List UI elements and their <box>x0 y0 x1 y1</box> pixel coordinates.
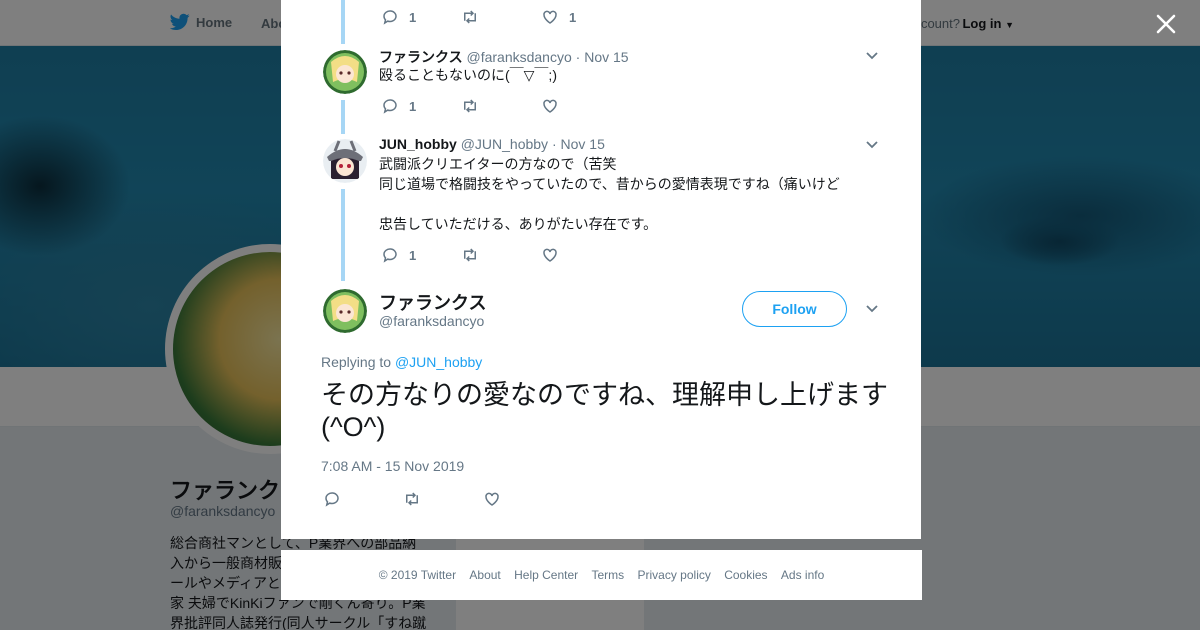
like-icon <box>485 492 499 506</box>
follow-button[interactable]: Follow <box>742 291 847 327</box>
footer-link-about[interactable]: About <box>469 568 500 582</box>
thread-tweet[interactable]: 1 1 <box>281 0 921 36</box>
reply-count: 1 <box>409 9 417 25</box>
retweet-icon <box>464 99 476 113</box>
avatar-image <box>323 50 367 94</box>
close-icon[interactable] <box>1153 11 1179 37</box>
footer-links: © 2019 Twitter About Help Center Terms P… <box>281 568 922 582</box>
tweet-time[interactable]: Nov 15 <box>561 136 605 152</box>
footer-link-cookies[interactable]: Cookies <box>724 568 767 582</box>
main-tweet-text: その方なりの愛なのですね、理解申し上げます(^O^) <box>321 380 888 442</box>
footer-copyright: © 2019 Twitter <box>378 568 457 582</box>
reply-icon <box>383 248 397 263</box>
retweet-button[interactable] <box>461 97 479 115</box>
like-count: 1 <box>569 9 577 25</box>
tweet-author-name[interactable]: JUN_hobby <box>379 136 457 152</box>
tweet-author-name[interactable]: ファランクス <box>379 49 463 65</box>
main-tweet-author-handle[interactable]: @faranksdancyo <box>379 313 484 329</box>
retweet-icon <box>406 492 418 506</box>
like-icon <box>543 99 557 113</box>
like-button[interactable] <box>541 97 559 115</box>
tweet-header: JUN_hobby @JUN_hobby · Nov 15 <box>379 136 605 152</box>
chevron-down-icon[interactable] <box>865 51 879 61</box>
retweet-button[interactable] <box>461 8 479 26</box>
tweet-author-handle[interactable]: @faranksdancyo <box>466 49 571 65</box>
chevron-down-icon[interactable] <box>865 304 879 314</box>
replying-to-label: Replying to <box>321 354 392 370</box>
reply-icon <box>383 10 397 25</box>
like-icon <box>543 248 557 262</box>
reply-button[interactable]: 1 <box>381 8 416 26</box>
reply-count: 1 <box>409 98 417 114</box>
main-tweet-avatar[interactable] <box>323 289 367 333</box>
tweet-header: ファランクス @faranksdancyo · Nov 15 <box>379 47 629 67</box>
modal-footer: © 2019 Twitter About Help Center Terms P… <box>281 550 922 600</box>
reply-icon <box>325 492 339 507</box>
main-tweet-author-name[interactable]: ファランクス <box>379 289 486 315</box>
footer-link-privacy-policy[interactable]: Privacy policy <box>638 568 711 582</box>
tweet-author-handle[interactable]: @JUN_hobby <box>461 136 548 152</box>
tweet-permalink-modal: 1 1 ファランクス @faranksdancyo · Nov 15 殴ることも… <box>281 0 921 539</box>
chevron-down-icon[interactable] <box>865 140 879 150</box>
reply-button[interactable]: 1 <box>381 246 416 264</box>
tweet-text: 殴ることもないのに(￣▽￣;) <box>379 67 557 83</box>
footer-link-ads-info[interactable]: Ads info <box>781 568 824 582</box>
like-button[interactable] <box>541 246 559 264</box>
like-icon <box>543 10 557 24</box>
avatar[interactable] <box>323 50 367 94</box>
retweet-button[interactable] <box>403 490 421 508</box>
footer-link-terms[interactable]: Terms <box>591 568 624 582</box>
thread-tweet[interactable]: ファランクス @faranksdancyo · Nov 15 殴ることもないのに… <box>281 44 921 124</box>
avatar-image <box>323 289 367 333</box>
reply-icon <box>383 99 397 114</box>
like-button[interactable] <box>483 490 501 508</box>
tweet-text: 武闘派クリエイターの方なので（苦笑 同じ道場で格闘技をやっていたので、昔からの愛… <box>379 156 840 232</box>
like-button[interactable]: 1 <box>541 8 576 26</box>
reply-button[interactable]: 1 <box>381 97 416 115</box>
reply-button[interactable] <box>323 490 341 508</box>
separator-dot: · <box>551 136 557 152</box>
avatar-image <box>323 139 367 183</box>
reply-count: 1 <box>409 247 417 263</box>
separator-dot: · <box>575 49 581 65</box>
replying-to-mention[interactable]: @JUN_hobby <box>395 354 482 370</box>
replying-to: Replying to @JUN_hobby <box>321 354 482 370</box>
main-tweet-timestamp[interactable]: 7:08 AM - 15 Nov 2019 <box>321 458 464 474</box>
avatar[interactable] <box>323 139 367 183</box>
retweet-button[interactable] <box>461 246 479 264</box>
footer-link-help-center[interactable]: Help Center <box>514 568 578 582</box>
retweet-icon <box>464 248 476 262</box>
retweet-icon <box>464 10 476 24</box>
thread-tweet[interactable]: JUN_hobby @JUN_hobby · Nov 15 武闘派クリエイターの… <box>281 133 921 273</box>
tweet-time[interactable]: Nov 15 <box>584 49 628 65</box>
